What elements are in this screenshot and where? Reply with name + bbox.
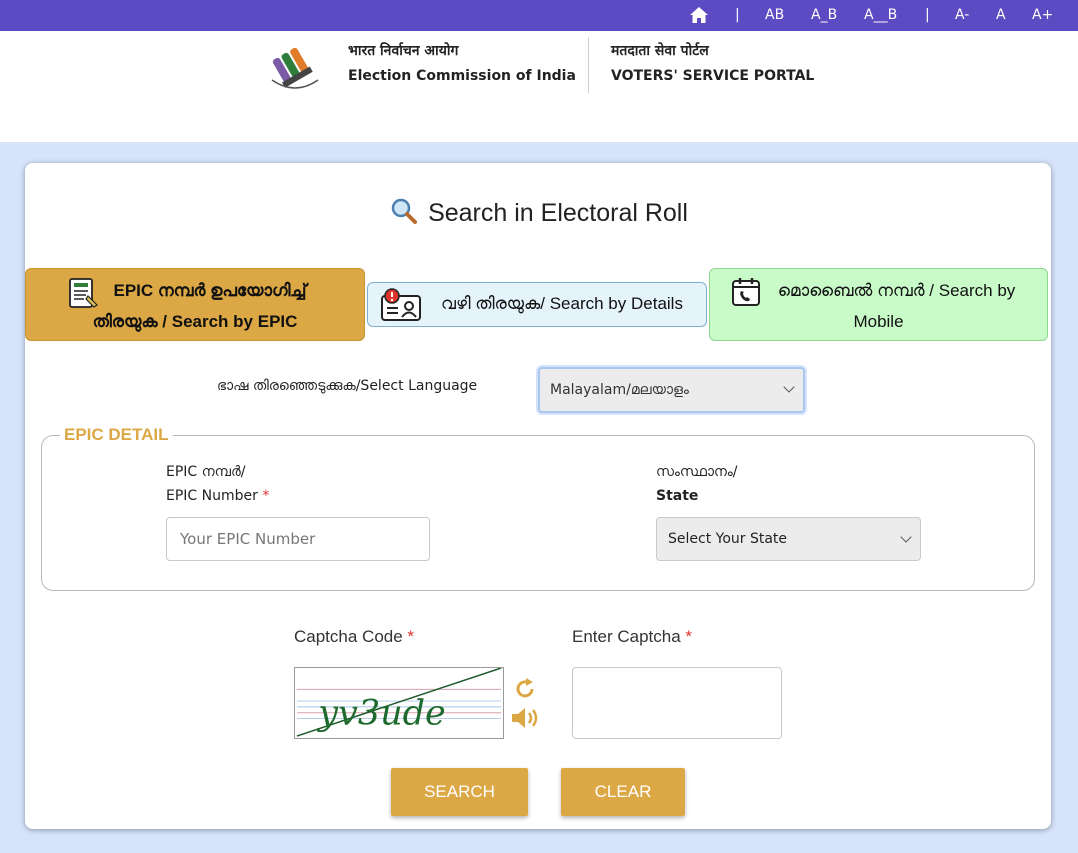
language-select[interactable]: Malayalam/മലയാളം bbox=[538, 367, 805, 413]
language-label: ഭാഷ തിരഞ്ഞെടുക്കുക/Select Language bbox=[217, 378, 478, 394]
required-mark: * bbox=[262, 488, 270, 504]
separator: | bbox=[735, 7, 740, 23]
eci-hindi-name: भारत निर्वाचन आयोग bbox=[348, 43, 459, 59]
mobile-calendar-icon bbox=[732, 278, 760, 306]
eci-logo-icon bbox=[271, 47, 319, 89]
enter-captcha-label: Enter Captcha * bbox=[572, 627, 692, 647]
epic-label-english: EPIC Number bbox=[166, 488, 258, 504]
header-divider bbox=[588, 37, 589, 93]
font-increase-button[interactable]: A+ bbox=[1032, 7, 1053, 23]
state-label-malayalam: സംസ്ഥാനം/ bbox=[656, 464, 738, 480]
chevron-down-icon bbox=[900, 531, 912, 543]
search-button[interactable]: SEARCH bbox=[391, 768, 528, 816]
speaker-icon[interactable] bbox=[510, 705, 542, 731]
epic-label: EPIC Number * bbox=[166, 488, 269, 504]
home-icon[interactable] bbox=[689, 6, 709, 24]
epic-detail-fieldset bbox=[41, 435, 1035, 591]
letter-spacing-a-b-button[interactable]: A_B bbox=[811, 7, 837, 23]
state-label-english: State bbox=[656, 488, 699, 504]
epic-card-icon bbox=[69, 278, 98, 308]
state-select[interactable]: Select Your State bbox=[656, 517, 921, 561]
clear-button[interactable]: CLEAR bbox=[561, 768, 685, 816]
magnifier-icon bbox=[391, 198, 418, 224]
page-title: Search in Electoral Roll bbox=[0, 197, 1078, 228]
tab-search-by-details[interactable]: വഴി തിരയുക/ Search by Details bbox=[367, 282, 707, 327]
tab-search-by-mobile[interactable]: മൊബൈൽ നമ്പർ / Search by Mobile bbox=[709, 268, 1048, 341]
captcha-image: yv3ude bbox=[294, 667, 504, 739]
epic-number-input[interactable]: Your EPIC Number bbox=[166, 517, 430, 561]
letter-spacing-ab-button[interactable]: AB bbox=[765, 7, 784, 23]
separator: | bbox=[925, 7, 930, 23]
top-accessibility-bar: | AB A_B A__B | A- A A+ bbox=[0, 0, 1078, 31]
captcha-code-label: Captcha Code * bbox=[294, 627, 414, 647]
tab-epic-line2: തിരയുക / Search by EPIC bbox=[92, 312, 298, 331]
letter-spacing-a-wide-b-button[interactable]: A__B bbox=[864, 7, 897, 23]
portal-english-name: VOTERS' SERVICE PORTAL bbox=[611, 68, 815, 84]
details-card-icon bbox=[381, 288, 421, 321]
captcha-text: yv3ude bbox=[316, 693, 445, 733]
portal-hindi-name: मतदाता सेवा पोर्टल bbox=[611, 43, 709, 59]
font-normal-button[interactable]: A bbox=[996, 7, 1006, 23]
captcha-input[interactable] bbox=[572, 667, 782, 739]
tab-search-by-epic[interactable]: EPIC നമ്പർ ഉപയോഗിച്ച് തിരയുക / Search by… bbox=[25, 268, 365, 341]
required-mark: * bbox=[685, 627, 693, 646]
tab-mobile-line2: Mobile bbox=[853, 312, 904, 331]
enter-captcha-label-text: Enter Captcha bbox=[572, 627, 681, 646]
epic-label-malayalam: EPIC നമ്പർ/ bbox=[166, 464, 246, 480]
epic-detail-legend: EPIC DETAIL bbox=[60, 425, 173, 445]
eci-english-name: Election Commission of India bbox=[348, 68, 576, 84]
state-selected-value: Select Your State bbox=[668, 531, 788, 547]
site-header: भारत निर्वाचन आयोग Election Commission o… bbox=[0, 31, 1078, 142]
chevron-down-icon bbox=[783, 381, 795, 393]
refresh-icon[interactable] bbox=[513, 677, 537, 701]
language-selected-value: Malayalam/മലയാളം bbox=[550, 382, 689, 398]
font-decrease-button[interactable]: A- bbox=[955, 7, 969, 23]
captcha-code-label-text: Captcha Code bbox=[294, 627, 403, 646]
required-mark: * bbox=[407, 627, 415, 646]
page-title-text: Search in Electoral Roll bbox=[428, 199, 688, 227]
